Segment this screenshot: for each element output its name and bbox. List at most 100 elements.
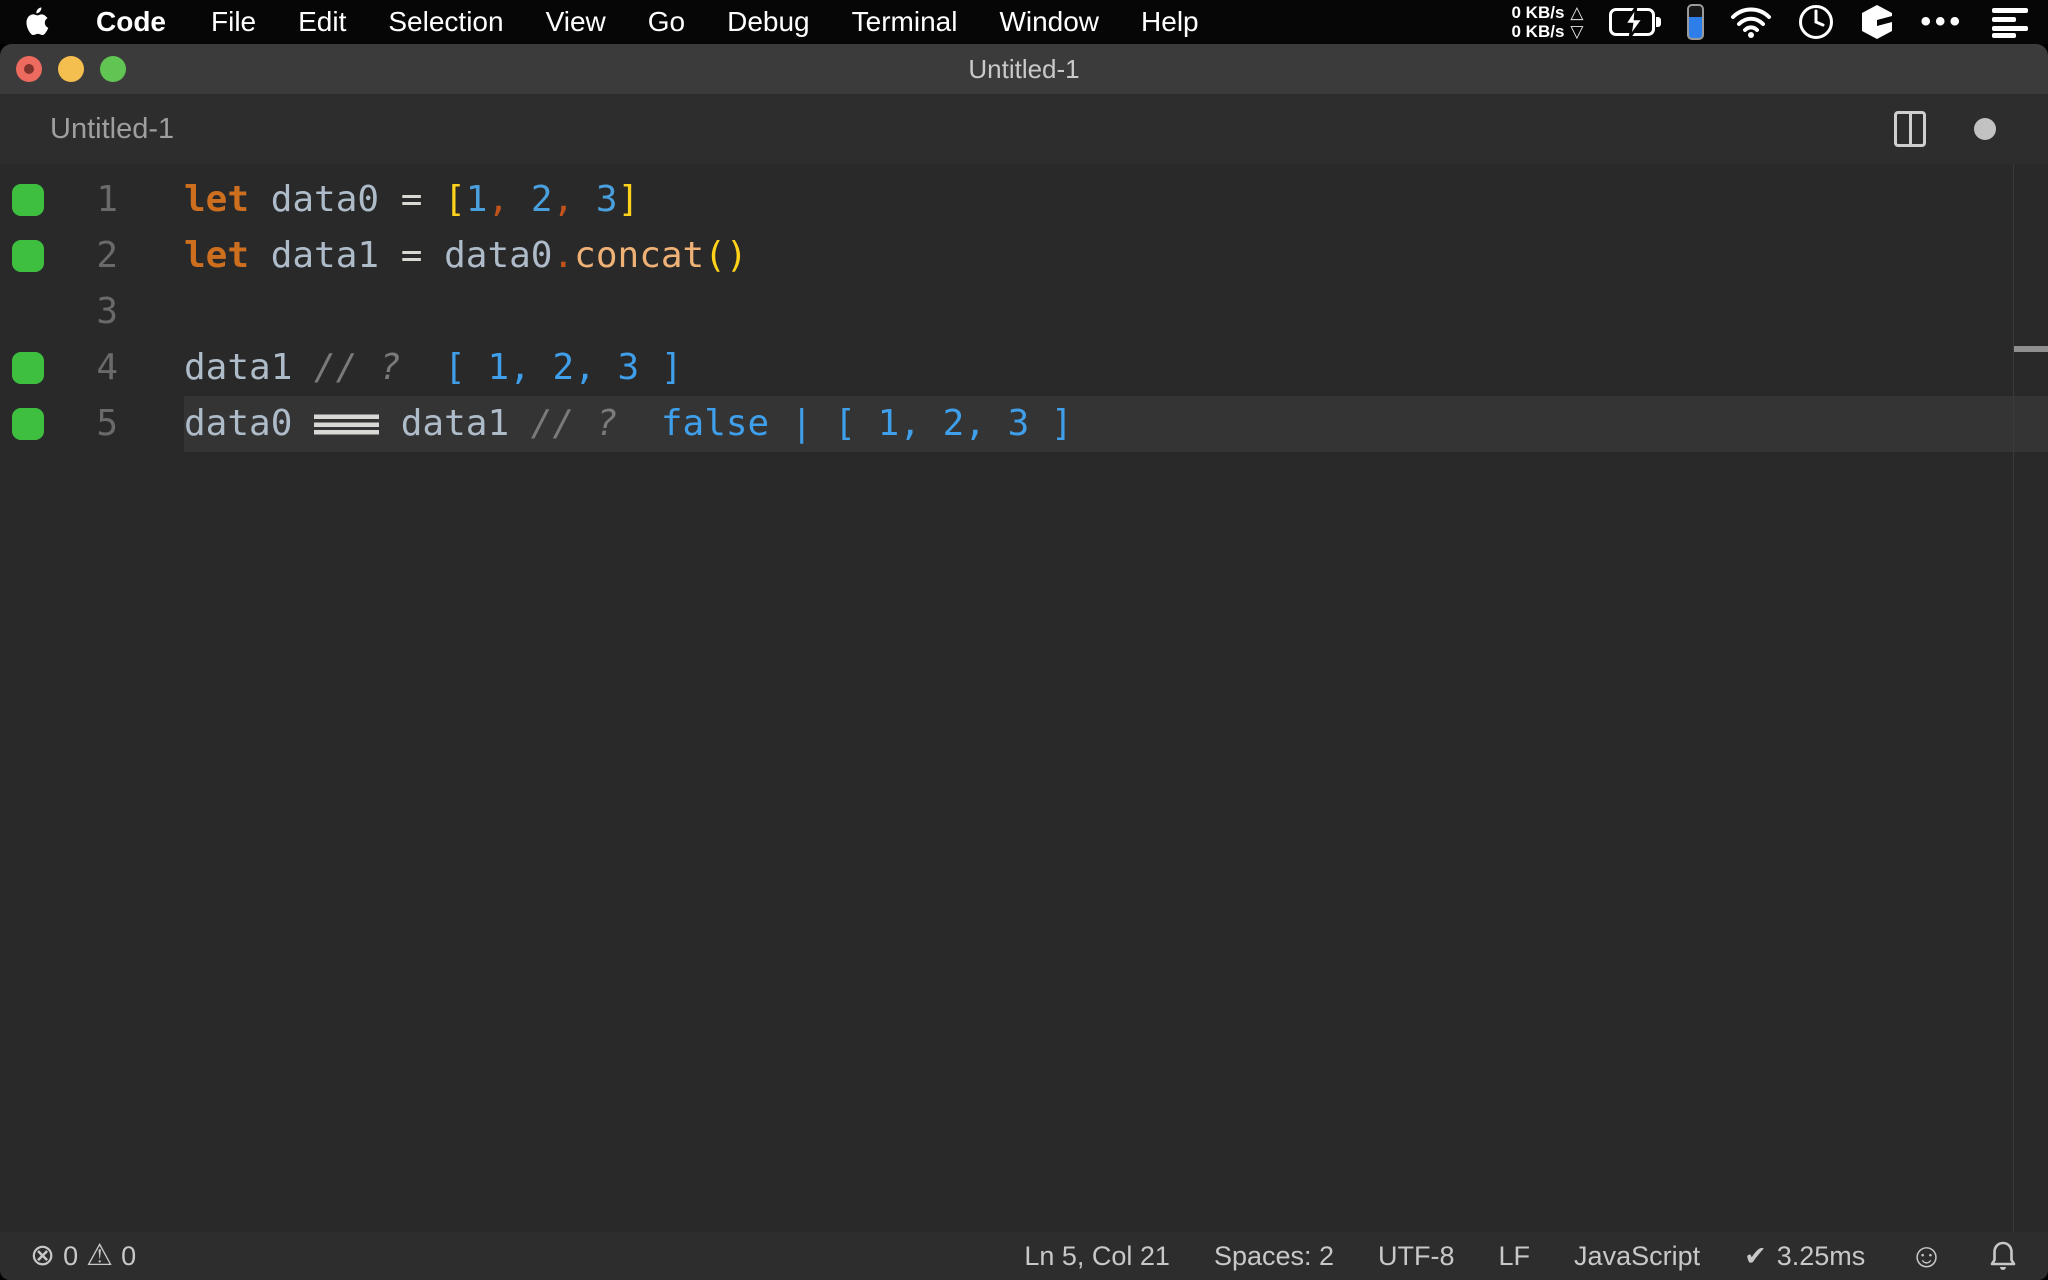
code-line-1[interactable]: 1 let data0 = [1, 2, 3] xyxy=(0,172,2048,228)
menu-item-go[interactable]: Go xyxy=(627,0,706,44)
menu-item-view[interactable]: View xyxy=(525,0,627,44)
zoom-button[interactable] xyxy=(100,56,126,82)
code-text: let data0 = [1, 2, 3] xyxy=(184,172,2048,228)
code-token: data1 xyxy=(379,403,510,444)
menu-item-terminal[interactable]: Terminal xyxy=(831,0,979,44)
code-token: === xyxy=(314,396,380,452)
code-editor[interactable]: 1 let data0 = [1, 2, 3] 2 let data1 = data0… xyxy=(0,164,2048,1232)
code-token: , xyxy=(487,179,531,220)
status-bar: ⊗ 0 ⚠ 0 Ln 5, Col 21 Spaces: 2 UTF-8 LF … xyxy=(0,1232,2048,1280)
quokka-run-time: 3.25ms xyxy=(1776,1240,1866,1271)
line-number[interactable]: 1 xyxy=(44,172,118,228)
split-editor-icon[interactable] xyxy=(1894,111,1926,147)
wifi-icon[interactable] xyxy=(1730,6,1772,38)
quokka-inline-result: false | [ 1, 2, 3 ] xyxy=(617,403,1073,444)
menu-item-debug[interactable]: Debug xyxy=(706,0,831,44)
error-count: 0 xyxy=(63,1240,79,1271)
quokka-coverage-indicator xyxy=(12,352,44,384)
feedback-smiley-icon[interactable]: ☺ xyxy=(1909,1239,1944,1273)
errors-icon: ⊗ xyxy=(30,1239,56,1272)
code-token: , xyxy=(552,179,596,220)
menu-bar-left: Code File Edit Selection View Go Debug T… xyxy=(0,0,1220,44)
more-menu-icon[interactable]: ••• xyxy=(1920,7,1964,37)
problems-indicator[interactable]: ⊗ 0 ⚠ 0 xyxy=(30,1241,136,1272)
code-token: () xyxy=(704,235,748,276)
line-number[interactable]: 2 xyxy=(44,228,118,284)
indentation-setting[interactable]: Spaces: 2 xyxy=(1214,1241,1334,1272)
window-controls xyxy=(16,44,126,94)
code-token: let xyxy=(184,179,271,220)
notification-list-icon[interactable] xyxy=(1990,6,2030,38)
code-token: concat xyxy=(574,235,705,276)
cursor-position[interactable]: Ln 5, Col 21 xyxy=(1024,1241,1170,1272)
network-speed-indicator[interactable]: 0 KB/s 0 KB/s △ ▽ xyxy=(1511,3,1583,41)
encoding-setting[interactable]: UTF-8 xyxy=(1378,1241,1455,1272)
menu-item-edit[interactable]: Edit xyxy=(277,0,367,44)
menu-item-help[interactable]: Help xyxy=(1120,0,1220,44)
code-token: let xyxy=(184,235,271,276)
minimize-button[interactable] xyxy=(58,56,84,82)
code-text: data1 // ? [ 1, 2, 3 ] xyxy=(184,340,2048,396)
line-number[interactable]: 4 xyxy=(44,340,118,396)
code-text: let data1 = data0.concat() xyxy=(184,228,2048,284)
tab-untitled-1[interactable]: Untitled-1 xyxy=(0,113,174,146)
line-number[interactable]: 3 xyxy=(44,284,118,340)
overview-ruler-divider xyxy=(2013,164,2014,1232)
notifications-bell-icon[interactable] xyxy=(1988,1240,2018,1272)
code-token: = xyxy=(379,179,445,220)
vscode-window: Untitled-1 Untitled-1 1 let data0 = [1, 2… xyxy=(0,44,2048,1280)
macos-menu-bar: Code File Edit Selection View Go Debug T… xyxy=(0,0,2048,44)
gutter: 1 xyxy=(0,172,184,228)
editor-tab-bar: Untitled-1 xyxy=(0,94,2048,164)
quokka-coverage-indicator xyxy=(12,184,44,216)
quokka-inline-result: [ 1, 2, 3 ] xyxy=(400,347,683,388)
apple-menu[interactable] xyxy=(0,0,72,44)
clock-icon[interactable] xyxy=(1798,4,1834,40)
overview-ruler-cursor-marker xyxy=(2014,346,2048,352)
blue-status-indicator-icon[interactable] xyxy=(1687,4,1705,40)
language-mode[interactable]: JavaScript xyxy=(1574,1241,1700,1272)
eol-setting[interactable]: LF xyxy=(1499,1241,1531,1272)
quokka-status[interactable]: ✔ 3.25ms xyxy=(1744,1241,1865,1272)
cube-app-icon[interactable] xyxy=(1860,4,1894,40)
code-token: data0 xyxy=(184,403,315,444)
menu-item-code[interactable]: Code xyxy=(72,0,190,44)
quokka-coverage-indicator xyxy=(12,408,44,440)
check-icon: ✔ xyxy=(1744,1240,1767,1271)
code-token: // ? xyxy=(509,403,618,444)
window-title: Untitled-1 xyxy=(968,53,1080,84)
editor-actions xyxy=(1894,111,2048,147)
warning-count: 0 xyxy=(121,1240,137,1271)
unsaved-indicator-dot xyxy=(24,64,34,74)
close-button[interactable] xyxy=(16,56,42,82)
code-token: 1 xyxy=(465,179,488,220)
code-token: data1 xyxy=(270,235,380,276)
code-line-5[interactable]: 5 data0 === data1 // ? false | [ 1, 2, 3 … xyxy=(0,396,2048,452)
battery-charging-icon[interactable] xyxy=(1609,6,1662,38)
code-token: = xyxy=(379,235,445,276)
code-token: 2 xyxy=(530,179,553,220)
gutter: 5 xyxy=(0,396,184,452)
gutter: 4 xyxy=(0,340,184,396)
menu-bar-status-icons: 0 KB/s 0 KB/s △ ▽ ••• xyxy=(1511,0,2048,44)
window-titlebar[interactable]: Untitled-1 xyxy=(0,44,2048,94)
code-token: ] xyxy=(617,179,640,220)
unsaved-changes-icon[interactable] xyxy=(1974,118,1996,140)
menu-item-selection[interactable]: Selection xyxy=(367,0,524,44)
code-line-2[interactable]: 2 let data1 = data0.concat() xyxy=(0,228,2048,284)
network-download-speed: 0 KB/s xyxy=(1511,22,1565,41)
menu-item-window[interactable]: Window xyxy=(978,0,1120,44)
download-arrow-icon: ▽ xyxy=(1570,22,1584,41)
code-line-3[interactable]: 3 xyxy=(0,284,2048,340)
code-token: // ? xyxy=(292,347,401,388)
apple-icon xyxy=(26,7,49,35)
menu-item-file[interactable]: File xyxy=(190,0,277,44)
gutter: 2 xyxy=(0,228,184,284)
code-text: data0 === data1 // ? false | [ 1, 2, 3 ] xyxy=(184,396,2048,452)
code-line-4[interactable]: 4 data1 // ? [ 1, 2, 3 ] xyxy=(0,340,2048,396)
line-number[interactable]: 5 xyxy=(44,396,118,452)
code-token: [ xyxy=(444,179,466,220)
warnings-icon: ⚠ xyxy=(86,1239,114,1272)
code-token: data0 xyxy=(444,235,553,276)
